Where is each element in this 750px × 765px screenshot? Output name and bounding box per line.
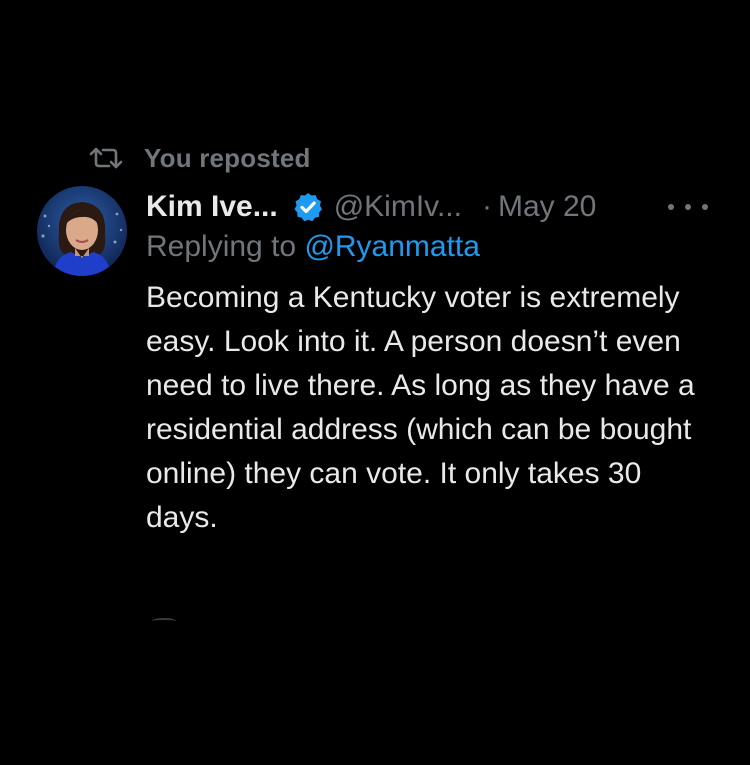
- tweet-actions-partial: [152, 618, 176, 624]
- reply-context: Replying to @Ryanmatta: [146, 230, 726, 264]
- tweet[interactable]: Kim Ive... @KimIv... · May 20 Replying t…: [146, 186, 726, 540]
- tweet-text: Becoming a Kentucky voter is extremely e…: [146, 281, 695, 534]
- tweet-header: Kim Ive... @KimIv... · May 20: [146, 186, 726, 228]
- reply-prefix: Replying to: [146, 230, 297, 263]
- author-handle[interactable]: @KimIv...: [334, 190, 462, 224]
- more-options-icon[interactable]: [668, 192, 708, 222]
- reply-to-handle-link[interactable]: @Ryanmatta: [304, 230, 480, 263]
- verified-badge-icon[interactable]: [292, 191, 324, 223]
- more-dot: [668, 204, 674, 210]
- author-name[interactable]: Kim Ive...: [146, 190, 278, 224]
- repost-label: You reposted: [144, 142, 311, 173]
- repost-icon: [88, 144, 124, 172]
- avatar[interactable]: [37, 186, 127, 276]
- tweet-date[interactable]: May 20: [498, 190, 596, 224]
- separator-dot: ·: [481, 190, 492, 223]
- more-dot: [685, 204, 691, 210]
- repost-context[interactable]: You reposted: [88, 140, 311, 176]
- more-dot: [702, 204, 708, 210]
